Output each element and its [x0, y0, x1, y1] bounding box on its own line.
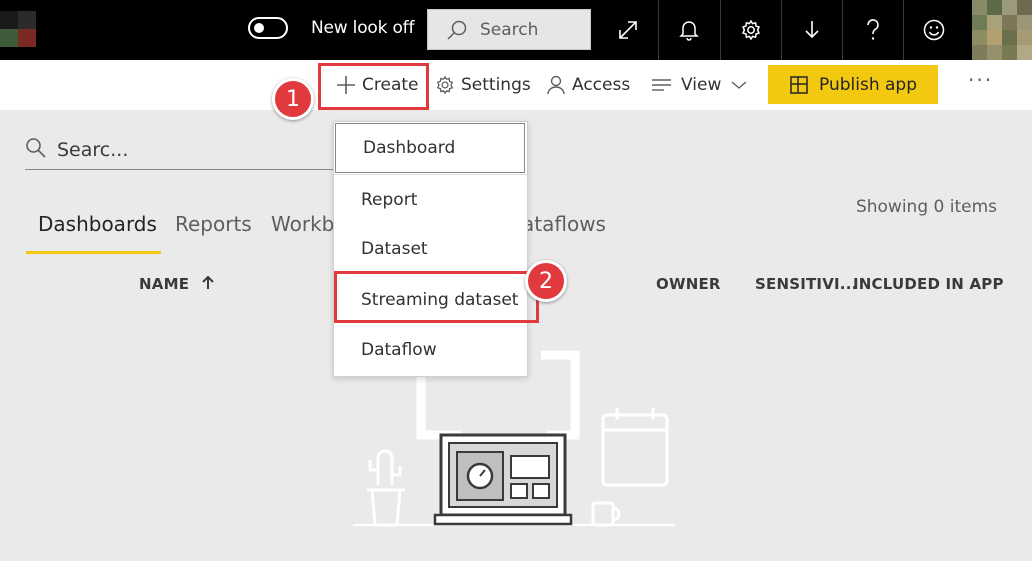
column-header-name[interactable]: NAME — [139, 275, 214, 293]
tab-reports[interactable]: Reports — [175, 212, 252, 236]
search-placeholder: Search — [480, 19, 539, 40]
smiley-icon[interactable] — [903, 0, 963, 60]
bell-icon[interactable] — [658, 0, 718, 60]
toggle-switch[interactable] — [248, 17, 288, 39]
app-icon — [790, 75, 808, 94]
publish-label: Publish app — [819, 74, 917, 95]
person-icon — [547, 75, 565, 95]
toggle-label: New look off — [311, 18, 415, 38]
new-look-toggle[interactable]: New look off — [248, 17, 414, 39]
expand-icon[interactable] — [598, 0, 658, 60]
download-icon[interactable] — [781, 0, 841, 60]
top-bar: New look off Search — [0, 0, 1032, 60]
gear-icon[interactable] — [720, 0, 780, 60]
access-button[interactable]: Access — [546, 60, 630, 110]
command-bar: Create Settings Access View Publish app … — [0, 60, 1032, 110]
settings-button[interactable]: Settings — [435, 60, 531, 110]
create-dropdown-menu: Dashboard Report Dataset Streaming datas… — [333, 121, 528, 377]
search-icon — [447, 20, 467, 40]
tab-dataflows[interactable]: ataflows — [522, 212, 606, 236]
view-menu-button[interactable]: View — [651, 60, 753, 110]
global-search-input[interactable]: Search — [427, 9, 591, 50]
callout-badge-1: 1 — [272, 78, 314, 120]
publish-app-button[interactable]: Publish app — [768, 65, 938, 104]
help-icon[interactable] — [842, 0, 902, 60]
highlight-streaming-dataset — [334, 271, 539, 323]
menu-item-dashboard[interactable]: Dashboard — [335, 123, 525, 173]
callout-badge-2: 2 — [525, 260, 567, 302]
settings-label: Settings — [461, 75, 531, 95]
tab-workbooks[interactable]: Workb — [271, 212, 334, 236]
menu-item-report[interactable]: Report — [334, 175, 527, 225]
item-count: Showing 0 items — [855, 197, 997, 217]
avatar[interactable] — [972, 0, 1032, 60]
search-input[interactable]: Searc... — [25, 133, 345, 170]
column-header-owner[interactable]: OWNER — [656, 275, 721, 293]
access-label: Access — [572, 75, 631, 95]
view-label: View — [681, 75, 722, 95]
search-icon — [26, 138, 46, 158]
arrow-up-icon — [201, 275, 214, 289]
menu-item-dataset[interactable]: Dataset — [334, 224, 527, 274]
more-options-button[interactable]: ··· — [968, 68, 993, 92]
lines-icon — [652, 79, 671, 91]
column-header-included[interactable]: INCLUDED IN APP — [853, 275, 1004, 293]
app-launcher-icon[interactable] — [0, 11, 36, 47]
name-header-label: NAME — [139, 275, 190, 293]
menu-item-dataflow[interactable]: Dataflow — [334, 325, 527, 375]
highlight-create — [318, 63, 429, 110]
chevron-down-icon — [731, 81, 747, 89]
gear-icon — [436, 75, 454, 95]
tab-dashboards[interactable]: Dashboards — [38, 212, 157, 236]
search-placeholder: Searc... — [57, 139, 129, 161]
column-header-sensitivity[interactable]: SENSITIVI... — [755, 275, 858, 293]
active-tab-indicator — [26, 251, 161, 254]
